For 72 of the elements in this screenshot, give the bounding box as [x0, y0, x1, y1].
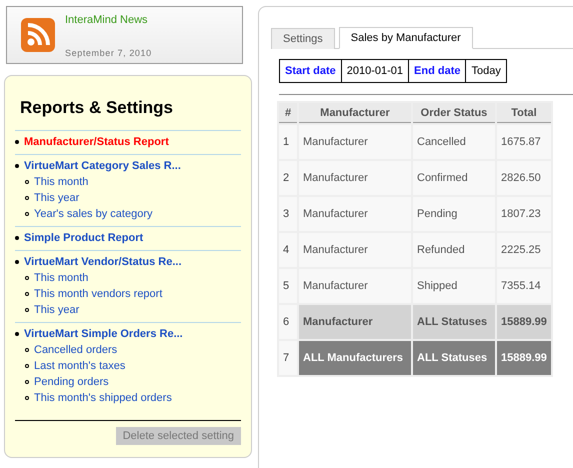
table-cell: Shipped — [413, 269, 495, 303]
table-cell: 2 — [279, 161, 297, 195]
bullet-icon — [15, 140, 19, 144]
table-cell: Manufacturer — [299, 161, 411, 195]
news-title: InteraMind News — [65, 14, 149, 26]
table-cell: Manufacturer — [299, 233, 411, 267]
setting-link[interactable]: This year — [34, 304, 80, 316]
table-cell: 7355.14 — [497, 269, 551, 303]
report-link[interactable]: Simple Product Report — [24, 232, 144, 244]
bullet-icon — [15, 260, 19, 264]
table-cell: 2826.50 — [497, 161, 551, 195]
bullet-icon — [25, 308, 29, 312]
setting-link[interactable]: This month — [34, 272, 88, 284]
setting-link[interactable]: Pending orders — [34, 376, 109, 388]
bullet-icon — [25, 364, 29, 368]
report-link[interactable]: VirtueMart Simple Orders Re... — [24, 328, 183, 340]
end-date-label: End date — [408, 60, 466, 82]
start-date-value: 2010-01-01 — [341, 60, 409, 82]
table-cell: 1675.87 — [497, 125, 551, 159]
bullet-icon — [25, 276, 29, 280]
tab[interactable]: Sales by Manufacturer — [338, 27, 473, 49]
news-date: September 7, 2010 — [65, 48, 152, 58]
column-header: # — [279, 103, 297, 123]
table-cell: Cancelled — [413, 125, 495, 159]
table-cell: Manufacturer — [299, 197, 411, 231]
table-cell: 7 — [279, 341, 297, 375]
table-cell: ALL Manufacturers — [299, 341, 411, 375]
table-cell: 6 — [279, 305, 297, 339]
bullet-icon — [15, 236, 19, 240]
setting-link[interactable]: This month — [34, 176, 88, 188]
table-cell: 5 — [279, 269, 297, 303]
setting-link[interactable]: Cancelled orders — [34, 344, 118, 356]
bullet-icon — [25, 212, 29, 216]
end-date-value: Today — [466, 60, 506, 82]
column-header: Manufacturer — [299, 103, 411, 123]
table-cell: 3 — [279, 197, 297, 231]
setting-link[interactable]: This year — [34, 192, 80, 204]
bullet-icon — [25, 380, 29, 384]
column-header: Order Status — [413, 103, 495, 123]
table-cell: Manufacturer — [299, 305, 411, 339]
table-cell: 2225.25 — [497, 233, 551, 267]
bullet-icon — [25, 292, 29, 296]
table-cell: Refunded — [413, 233, 495, 267]
setting-link[interactable]: This month's shipped orders — [34, 392, 172, 404]
bullet-icon — [25, 348, 29, 352]
start-date-label: Start date — [280, 60, 342, 82]
table-cell: 1 — [279, 125, 297, 159]
report-link[interactable]: VirtueMart Vendor/Status Re... — [24, 256, 182, 268]
tab[interactable]: Settings — [271, 28, 335, 49]
table-cell: 1807.23 — [497, 197, 551, 231]
table-cell: Pending — [413, 197, 495, 231]
bullet-icon — [25, 180, 29, 184]
setting-link[interactable]: Last month's taxes — [34, 360, 126, 372]
rss-feed-icon — [21, 18, 55, 52]
report-link[interactable]: VirtueMart Category Sales R... — [24, 160, 181, 172]
bullet-icon — [15, 332, 19, 336]
table-cell: ALL Statuses — [413, 341, 495, 375]
bullet-icon — [25, 196, 29, 200]
panel-title: Reports & Settings — [20, 98, 174, 118]
bullet-icon — [25, 396, 29, 400]
table-cell: Manufacturer — [299, 269, 411, 303]
table-cell: 15889.99 — [497, 341, 551, 375]
table-cell: 4 — [279, 233, 297, 267]
report-link[interactable]: Manufacturer/Status Report — [24, 136, 169, 148]
setting-link[interactable]: Year's sales by category — [34, 208, 152, 220]
column-header: Total — [497, 103, 551, 123]
table-cell: ALL Statuses — [413, 305, 495, 339]
setting-link[interactable]: This month vendors report — [34, 288, 162, 300]
table-cell: Manufacturer — [299, 125, 411, 159]
bullet-icon — [15, 164, 19, 168]
table-cell: 15889.99 — [497, 305, 551, 339]
table-cell: Confirmed — [413, 161, 495, 195]
